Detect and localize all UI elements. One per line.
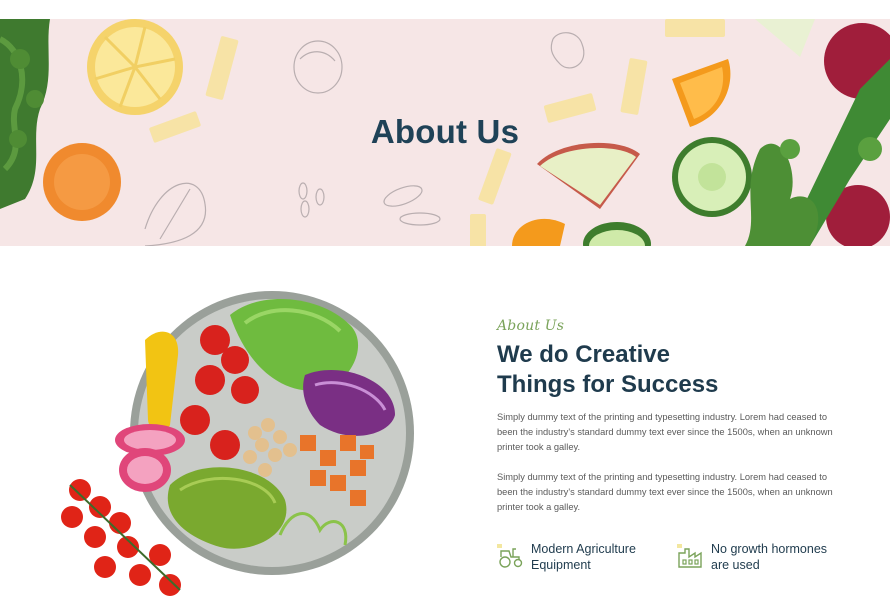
feature-item-hormones: No growth hormones are used [677, 541, 831, 573]
heading-line-1: We do Creative [497, 341, 670, 368]
features-list: Modern Agriculture Equipment No growth h… [497, 541, 837, 581]
page-title: About Us [370, 113, 520, 150]
hero-banner: About Us [0, 19, 890, 246]
lemon-slice-image [87, 19, 183, 115]
about-paragraph-1: Simply dummy text of the printing and ty… [497, 412, 833, 452]
feature-label-hormones: No growth hormones are used [711, 542, 828, 572]
section-heading: We do Creative Things for Success [497, 340, 837, 400]
tractor-icon [497, 544, 523, 568]
apple-wedge-image [537, 142, 640, 209]
section-eyebrow: About Us [497, 318, 565, 334]
factory-icon [677, 544, 702, 568]
heading-line-2: Things for Success [497, 371, 719, 398]
feature-item-equipment: Modern Agriculture Equipment [497, 541, 651, 573]
salad-bowl-image [50, 285, 430, 600]
carrot-slice-image [43, 143, 121, 221]
about-section: About Us We do Creative Things for Succe… [497, 318, 837, 515]
about-paragraph-2: Simply dummy text of the printing and ty… [497, 472, 833, 512]
feature-label-equipment: Modern Agriculture Equipment [531, 542, 636, 572]
